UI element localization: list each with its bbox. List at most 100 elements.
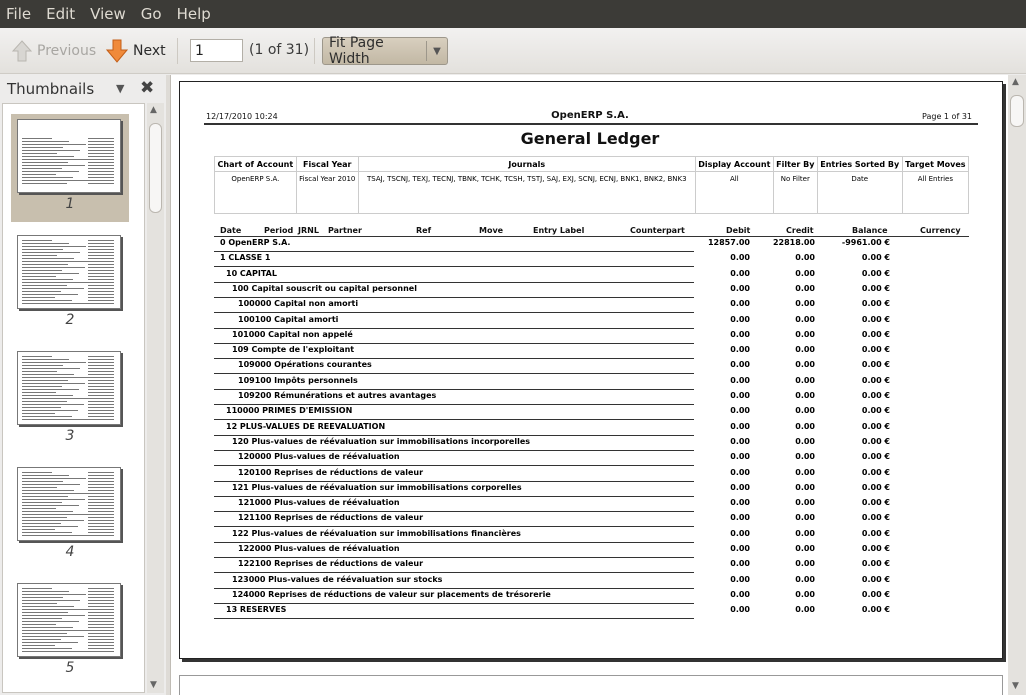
zoom-select[interactable]: Fit Page Width ▼ bbox=[322, 35, 448, 67]
thumbnail-text-line bbox=[88, 621, 114, 622]
debit-value: 0.00 bbox=[730, 559, 750, 569]
account-label: 109 Compte de l'exploitant bbox=[232, 345, 355, 355]
row-rule bbox=[214, 388, 694, 390]
menu-help[interactable]: Help bbox=[177, 5, 211, 23]
thumbnail-text-line bbox=[88, 588, 114, 589]
thumbnail-text-line bbox=[88, 651, 114, 652]
scroll-down-icon[interactable]: ▼ bbox=[1012, 681, 1019, 691]
thumbnail-text-line bbox=[22, 159, 91, 160]
ledger-row: 122000 Plus-values de réévaluation 0.00 0.… bbox=[180, 544, 1000, 559]
account-label: 109000 Opérations courantes bbox=[238, 360, 372, 370]
thumbnail-text-line bbox=[22, 362, 86, 363]
row-rule bbox=[214, 587, 694, 589]
thumbnail-text-line bbox=[88, 389, 114, 390]
previous-button[interactable]: Previous bbox=[12, 37, 96, 65]
filter-value: TSAJ, TSCNJ, TEXJ, TECNJ, TBNK, TCHK, TC… bbox=[357, 171, 696, 214]
thumbnail-text-line bbox=[88, 252, 114, 253]
debit-value: 0.00 bbox=[730, 513, 750, 523]
balance-value: 0.00 € bbox=[861, 482, 890, 492]
thumbnail-text-line bbox=[22, 377, 91, 378]
thumbnail-text-line bbox=[22, 416, 72, 417]
row-rule bbox=[214, 602, 694, 604]
filter-value: No Filter bbox=[772, 171, 818, 214]
thumbnail-list: 1 2 3 4 5 bbox=[2, 103, 145, 693]
balance-value: 0.00 € bbox=[861, 574, 890, 584]
thumbnail-text-line bbox=[22, 419, 89, 420]
balance-value: 0.00 € bbox=[861, 452, 890, 462]
next-button[interactable]: Next bbox=[106, 37, 166, 65]
thumbnail-text-line bbox=[88, 159, 114, 160]
thumbnail-text-line bbox=[88, 532, 114, 533]
thumbnail-page[interactable]: 4 bbox=[11, 462, 129, 570]
page-thumbnail-image bbox=[17, 351, 121, 425]
account-label: 110000 PRIMES D'EMISSION bbox=[226, 406, 353, 416]
thumbnail-text-line bbox=[22, 472, 52, 473]
scroll-up-icon[interactable]: ▲ bbox=[150, 105, 157, 115]
credit-value: 0.00 bbox=[795, 253, 815, 263]
thumbnail-text-line bbox=[22, 368, 80, 369]
thumbnail-page[interactable]: 3 bbox=[11, 346, 129, 454]
balance-value: 0.00 € bbox=[861, 436, 890, 446]
row-rule bbox=[214, 266, 694, 268]
menubar: File Edit View Go Help bbox=[0, 0, 1026, 28]
thumbnail-text-line bbox=[22, 264, 68, 265]
thumbnail-page[interactable]: 2 bbox=[11, 230, 129, 338]
thumbnail-text-line bbox=[88, 487, 114, 488]
close-icon[interactable]: ✖ bbox=[140, 78, 154, 98]
credit-value: 0.00 bbox=[795, 268, 815, 278]
thumbnail-page[interactable]: 5 bbox=[11, 578, 129, 686]
thumbnail-text-line bbox=[22, 380, 68, 381]
thumbnail-text-line bbox=[22, 496, 68, 497]
thumbnail-text-line bbox=[88, 627, 114, 628]
balance-value: 0.00 € bbox=[861, 544, 890, 553]
thumbnail-page[interactable]: 1 bbox=[11, 114, 129, 222]
scroll-down-icon[interactable]: ▼ bbox=[150, 680, 157, 690]
thumbnail-text-line bbox=[22, 407, 61, 408]
column-header: Balance bbox=[852, 226, 888, 235]
row-rule bbox=[214, 618, 694, 620]
thumbnail-text-line bbox=[88, 597, 114, 598]
thumbnail-text-line bbox=[22, 165, 85, 166]
thumbnail-text-line bbox=[22, 499, 85, 500]
thumbnail-text-line bbox=[22, 267, 85, 268]
thumbnail-text-line bbox=[22, 297, 55, 298]
document-scroll-thumb[interactable] bbox=[1010, 95, 1024, 127]
document-scrollbar[interactable]: ▲ ▼ bbox=[1008, 75, 1026, 695]
document-view: 12/17/2010 10:24 OpenERP S.A. Page 1 of … bbox=[170, 75, 1008, 695]
thumbnail-text-line bbox=[22, 484, 80, 485]
menu-go[interactable]: Go bbox=[141, 5, 162, 23]
scroll-up-icon[interactable]: ▲ bbox=[1012, 77, 1019, 87]
balance-value: 0.00 € bbox=[861, 406, 890, 416]
row-rule bbox=[214, 434, 694, 436]
sidebar-scroll-thumb[interactable] bbox=[149, 123, 162, 213]
thumbnail-text-line bbox=[88, 386, 114, 387]
menu-edit[interactable]: Edit bbox=[46, 5, 75, 23]
thumbnail-text-line bbox=[22, 490, 74, 491]
thumbnail-text-line bbox=[88, 407, 114, 408]
thumbnail-text-line bbox=[22, 389, 79, 390]
thumbnail-text-line bbox=[88, 243, 114, 244]
thumbnail-text-line bbox=[88, 246, 114, 247]
thumbnail-text-line bbox=[22, 282, 90, 283]
menu-view[interactable]: View bbox=[90, 5, 126, 23]
thumbnail-text-line bbox=[22, 291, 61, 292]
thumbnail-text-line bbox=[88, 594, 114, 595]
thumbnail-text-line bbox=[22, 606, 74, 607]
thumbnail-text-line bbox=[22, 633, 67, 634]
thumbnail-text-line bbox=[88, 472, 114, 473]
thumbnail-text-line bbox=[22, 481, 63, 482]
sidebar-dropdown-icon[interactable]: ▼ bbox=[116, 82, 124, 95]
ledger-row: 109200 Rémunérations et autres avantages… bbox=[180, 391, 1000, 406]
sidebar-scrollbar[interactable]: ▲ ▼ bbox=[147, 103, 164, 693]
balance-value: 0.00 € bbox=[861, 589, 890, 599]
row-rule bbox=[214, 511, 694, 513]
thumbnail-text-line bbox=[88, 401, 114, 402]
account-label: 12 PLUS-VALUES DE REEVALUATION bbox=[226, 421, 386, 431]
thumbnail-text-line bbox=[88, 156, 114, 157]
thumbnail-text-line bbox=[88, 291, 114, 292]
thumbnail-text-line bbox=[88, 523, 114, 524]
filter-header: Filter By bbox=[772, 156, 818, 172]
menu-file[interactable]: File bbox=[6, 5, 31, 23]
page-number-input[interactable] bbox=[190, 39, 243, 62]
thumbnail-text-line bbox=[88, 183, 114, 184]
